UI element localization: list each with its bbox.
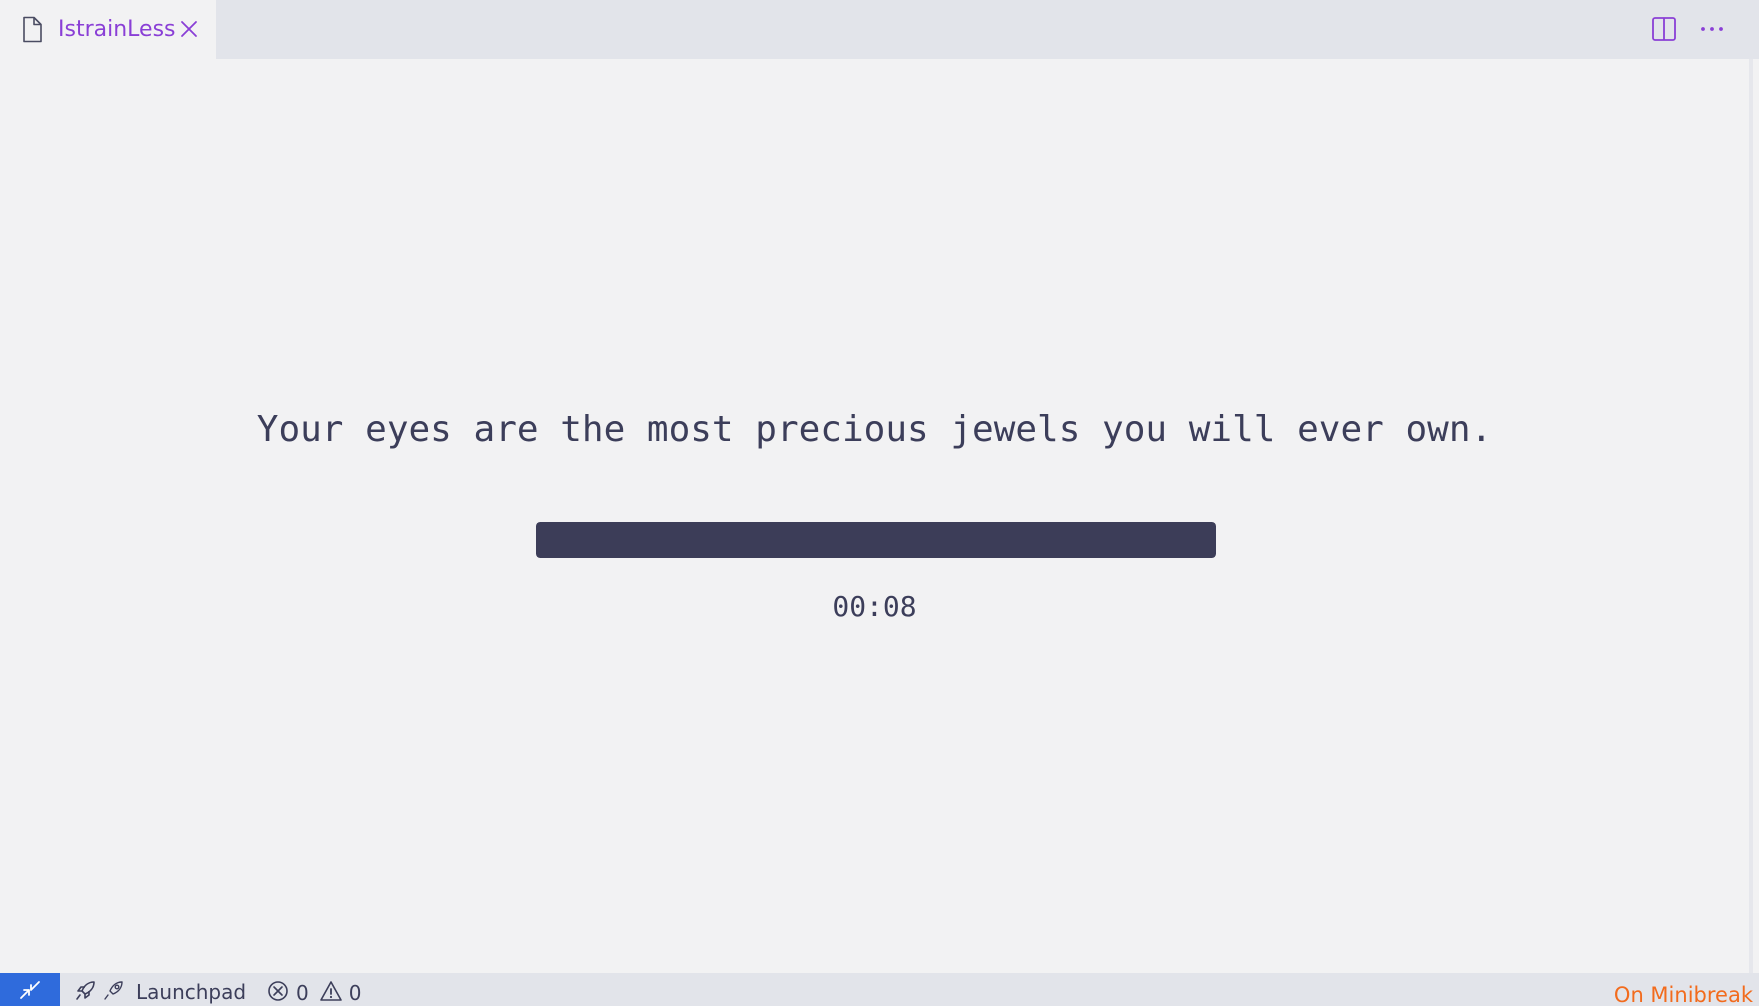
- launchpad-item[interactable]: Launchpad: [74, 973, 246, 1006]
- error-icon: [268, 980, 288, 1001]
- warning-count: 0: [348, 980, 362, 1005]
- scrollbar-track[interactable]: [1749, 59, 1753, 973]
- editor-window: IstrainLess Your eyes are the most preci…: [0, 0, 1759, 1006]
- error-count: 0: [296, 980, 309, 1005]
- status-bar: Launchpad 0 0 On Minibreak: [0, 973, 1759, 1006]
- rocket-outline-icon: [104, 980, 123, 1000]
- rocket-icon: [76, 980, 95, 1000]
- split-editor-icon[interactable]: [1651, 16, 1677, 42]
- remote-button[interactable]: [0, 973, 60, 1006]
- problems-indicator[interactable]: 0 0: [266, 973, 361, 1006]
- more-actions-icon[interactable]: [1698, 16, 1726, 42]
- break-quote: Your eyes are the most precious jewels y…: [256, 409, 1493, 450]
- remote-icon: [20, 981, 40, 999]
- break-progress-bar: [536, 522, 1216, 558]
- launchpad-label: Launchpad: [136, 980, 247, 1004]
- tab-istrainless[interactable]: IstrainLess: [0, 0, 216, 60]
- close-icon[interactable]: [178, 18, 200, 40]
- break-status[interactable]: On Minibreak: [1614, 973, 1753, 1006]
- warning-icon: [319, 980, 342, 1001]
- break-timer: 00:08: [832, 590, 917, 623]
- tab-bar: IstrainLess: [0, 0, 1759, 60]
- tab-label: IstrainLess: [58, 17, 176, 42]
- break-progress-fill: [536, 522, 1216, 558]
- file-icon: [20, 16, 44, 43]
